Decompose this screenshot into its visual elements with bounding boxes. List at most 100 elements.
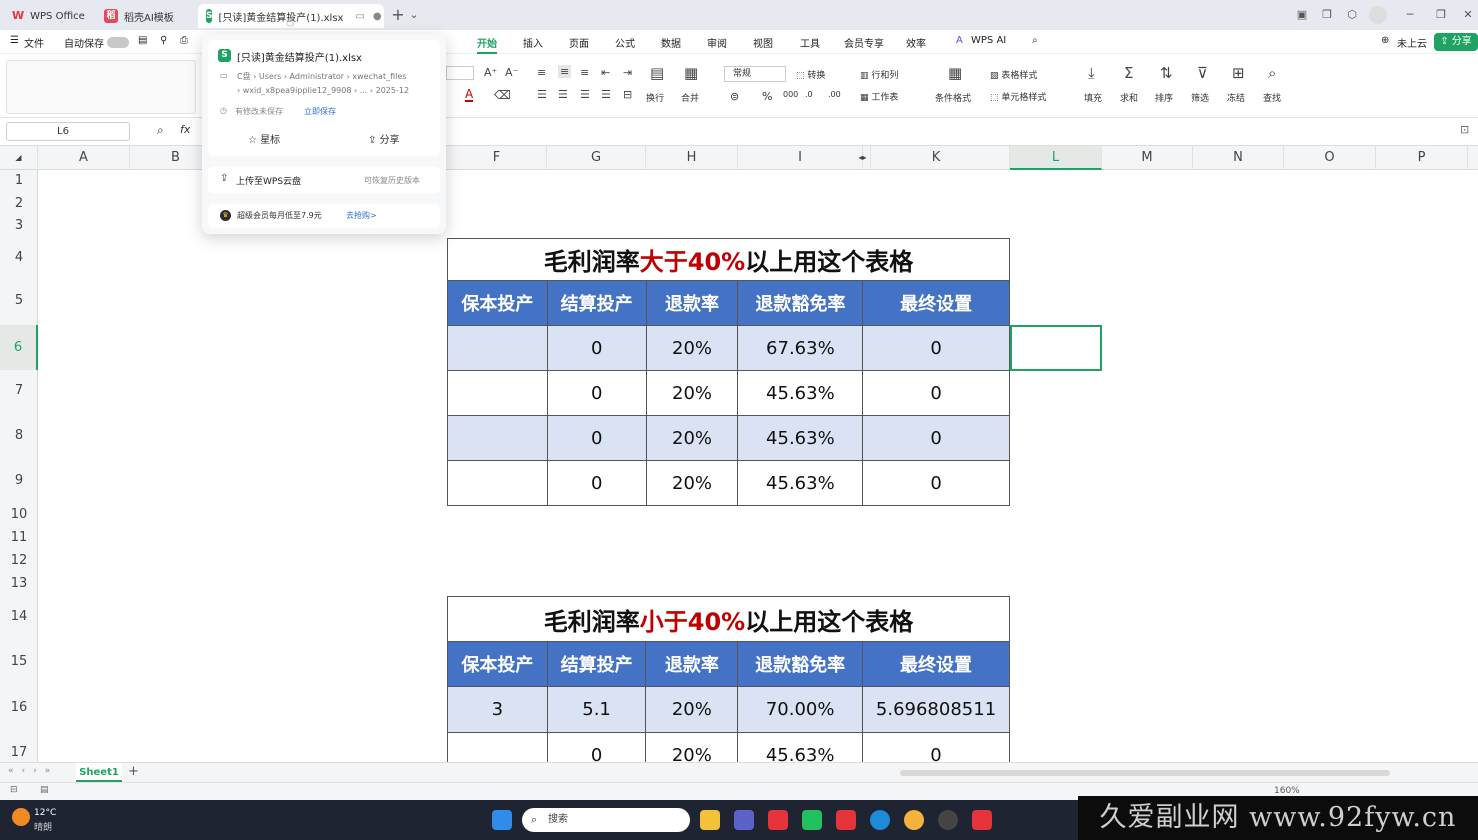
menu-efficiency[interactable]: 效率 (906, 35, 926, 50)
hamburger-icon[interactable]: ☰ (10, 35, 19, 46)
row-header[interactable]: 16 (0, 700, 38, 715)
avatar[interactable] (1369, 6, 1387, 24)
merge-button[interactable]: 合并 (681, 91, 699, 104)
horizontal-scrollbar[interactable] (900, 770, 1390, 776)
col-header[interactable]: P (1376, 146, 1468, 170)
indent-increase-icon[interactable]: ⇥ (623, 66, 632, 79)
align-center-icon[interactable]: ☰ (558, 88, 568, 101)
taskbar-search[interactable]: 搜索 (522, 808, 690, 832)
chevron-down-icon[interactable]: ⌄ (404, 6, 424, 24)
table-style-button[interactable]: ▧ 表格样式 (990, 68, 1037, 81)
filter-button[interactable]: 筛选 (1191, 91, 1209, 104)
cloud-status[interactable]: 未上云 (1397, 35, 1427, 50)
col-header[interactable]: K (863, 146, 1010, 170)
table-cell[interactable]: 0 (546, 370, 647, 416)
font-color-icon[interactable]: A (465, 88, 474, 102)
header-cell[interactable]: 退款率 (645, 641, 739, 687)
col-header[interactable]: G (547, 146, 646, 170)
promo-row[interactable]: ♛ 超级会员每月低至7.9元 去抢购> (208, 204, 440, 228)
worksheet-button[interactable]: ▦ 工作表 (860, 90, 898, 103)
wps-spreadsheet-app-icon[interactable] (836, 810, 856, 830)
conditional-format-icon[interactable]: ▦ (948, 64, 962, 82)
sort-icon[interactable]: ⇅ (1160, 64, 1173, 82)
tab-wps-office[interactable]: W WPS Office (4, 4, 92, 28)
row-header[interactable]: 7 (0, 383, 38, 398)
menu-wps-ai[interactable]: WPS AI (971, 35, 1006, 46)
table-cell[interactable]: 20% (645, 460, 739, 506)
header-cell[interactable]: 退款豁免率 (737, 641, 864, 687)
sort-button[interactable]: 排序 (1155, 91, 1173, 104)
close-icon[interactable]: ✕ (1458, 6, 1478, 24)
popup-path-2[interactable]: › wxid_x8pea9ipplie12_9908 › ... › 2025-… (237, 86, 409, 95)
restore-icon[interactable]: ❐ (1431, 6, 1451, 24)
table-cell[interactable]: 20% (645, 325, 739, 371)
row-header[interactable]: 17 (0, 745, 38, 760)
row-header[interactable]: 12 (0, 553, 38, 568)
table-title[interactable]: 毛利润率大于40%以上用这个表格 (447, 238, 1010, 281)
wps-pdf-icon[interactable] (972, 810, 992, 830)
link-icon[interactable]: ⚲ (160, 35, 167, 46)
align-left-icon[interactable]: ☰ (537, 88, 547, 101)
menu-formula[interactable]: 公式 (615, 35, 635, 50)
col-header[interactable]: A (38, 146, 130, 170)
row-header[interactable]: 3 (0, 218, 38, 233)
table-title[interactable]: 毛利润率小于40%以上用这个表格 (447, 596, 1010, 642)
row-header[interactable]: 13 (0, 576, 38, 591)
col-header[interactable]: N (1193, 146, 1284, 170)
menu-file[interactable]: 文件 (24, 35, 44, 50)
share-file-button[interactable]: ⇪ 分享 (368, 131, 400, 146)
sheet-tab-sheet1[interactable]: Sheet1 (76, 763, 122, 782)
font-grow-icon[interactable]: A⁺ (484, 66, 497, 79)
col-header[interactable]: M (1102, 146, 1193, 170)
rows-cols-button[interactable]: ▥ 行和列 (860, 68, 898, 81)
row-header[interactable]: 9 (0, 473, 38, 488)
filter-icon[interactable]: ⊽ (1197, 64, 1208, 82)
name-box[interactable]: L6 (6, 122, 130, 141)
table-cell[interactable]: 5.696808511 (862, 686, 1010, 733)
header-cell[interactable]: 退款率 (645, 280, 739, 326)
font-size-select[interactable] (446, 66, 474, 80)
table-cell[interactable]: 45.63% (737, 460, 864, 506)
align-bottom-icon[interactable]: ≡ (580, 66, 589, 79)
menu-page[interactable]: 页面 (569, 35, 589, 50)
wps-app-icon[interactable] (768, 810, 788, 830)
row-header-selected[interactable]: 6 (0, 325, 38, 370)
table-cell[interactable]: 67.63% (737, 325, 864, 371)
menu-tools[interactable]: 工具 (800, 35, 820, 50)
row-header[interactable]: 4 (0, 250, 38, 265)
header-cell[interactable]: 保本投产 (447, 641, 548, 687)
table-cell[interactable]: 0 (546, 460, 647, 506)
zoom-formula-icon[interactable]: ⌕ (157, 123, 164, 138)
menu-member[interactable]: 会员专享 (844, 35, 884, 50)
merge-cells-icon[interactable]: ▦ (684, 64, 698, 82)
decimal-increase-icon[interactable]: .0 (805, 90, 813, 99)
justify-icon[interactable]: ☰ (601, 88, 611, 101)
table-cell[interactable] (447, 460, 548, 506)
align-middle-icon[interactable]: ≡ (558, 65, 572, 78)
number-format-select[interactable]: 常规 (724, 66, 786, 82)
decimal-decrease-icon[interactable]: .00 (828, 90, 841, 99)
chrome-icon[interactable] (904, 810, 924, 830)
percent-icon[interactable]: % (762, 90, 772, 103)
share-button[interactable]: ⇪ 分享 (1434, 33, 1478, 51)
header-cell[interactable]: 最终设置 (862, 641, 1010, 687)
row-header[interactable]: 10 (0, 507, 38, 522)
find-icon[interactable]: ⌕ (1268, 64, 1276, 82)
thousands-icon[interactable]: 000 (783, 90, 798, 99)
indent-decrease-icon[interactable]: ⇤ (601, 66, 610, 79)
table-cell[interactable]: 0 (862, 370, 1010, 416)
table-cell[interactable]: 70.00% (737, 686, 864, 733)
row-header[interactable]: 15 (0, 654, 38, 669)
fill-button[interactable]: 填充 (1084, 91, 1102, 104)
zoom-level[interactable]: 160% (1274, 786, 1300, 796)
align-right-icon[interactable]: ☰ (580, 88, 590, 101)
cube-icon[interactable]: ⬡ (1342, 6, 1362, 24)
table-cell[interactable]: 45.63% (737, 415, 864, 461)
sum-icon[interactable]: Σ (1124, 64, 1133, 82)
distribute-icon[interactable]: ⊟ (623, 88, 632, 101)
conditional-format-button[interactable]: 条件格式 (935, 91, 971, 104)
fx-label[interactable]: fx (180, 123, 190, 136)
table-cell[interactable]: 20% (645, 686, 739, 733)
menu-review[interactable]: 审阅 (707, 35, 727, 50)
save-icon[interactable]: ▤ (138, 35, 147, 46)
